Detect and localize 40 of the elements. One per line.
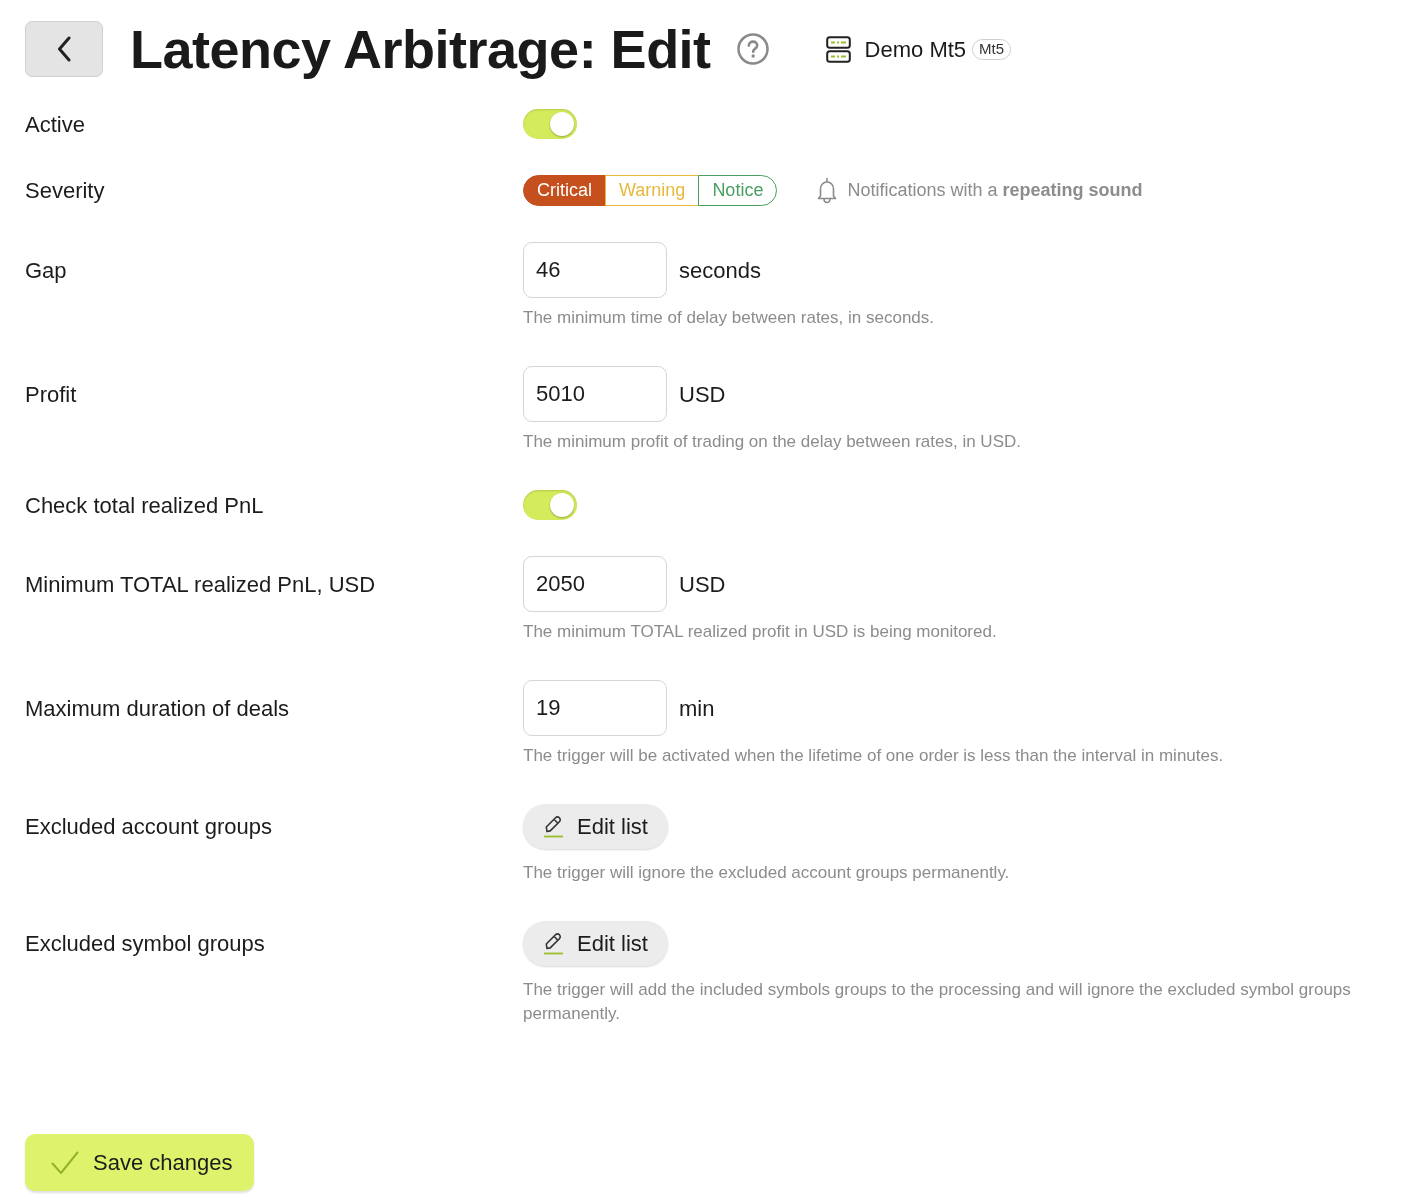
field-hint: The trigger will ignore the excluded account groups permanently.	[523, 862, 1011, 884]
server-icon	[825, 35, 851, 63]
field-hint: The minimum time of delay between rates, in seconds.	[523, 307, 936, 329]
account-name: Demo Mt5	[864, 35, 967, 64]
field-label: Maximum duration of deals	[25, 694, 290, 723]
field-label: Active	[25, 110, 85, 139]
field-label: Check total realized PnL	[25, 491, 264, 520]
field-label: Profit	[25, 380, 77, 409]
pencil-icon	[543, 932, 564, 955]
number-input[interactable]: 19	[523, 680, 667, 736]
number-input[interactable]: 5010	[523, 366, 667, 422]
severity-tab[interactable]: Critical	[523, 175, 606, 206]
bell-icon	[817, 177, 838, 204]
back-button[interactable]	[25, 21, 103, 77]
help-icon[interactable]	[736, 33, 769, 65]
toggle-switch[interactable]	[523, 490, 577, 520]
toggle-switch[interactable]	[523, 109, 577, 139]
field-label: Severity	[25, 177, 105, 205]
field-hint: The minimum profit of trading on the delay between rates, in USD.	[523, 431, 1022, 453]
page-title: Latency Arbitrage: Edit	[130, 18, 711, 80]
edit-list-button[interactable]: Edit list	[523, 921, 668, 966]
save-button[interactable]: Save changes	[25, 1134, 254, 1191]
pencil-icon	[543, 815, 564, 838]
check-icon	[51, 1150, 79, 1175]
field-label: Minimum TOTAL realized PnL, USD	[25, 570, 376, 599]
unit-label: seconds	[679, 256, 761, 285]
chevron-left-icon	[57, 36, 71, 62]
number-input[interactable]: 2050	[523, 556, 667, 612]
field-hint: The minimum TOTAL realized profit in USD is being monitored.	[523, 621, 998, 643]
field-hint: The trigger will be activated when the lifetime of one order is less than the interval in minutes.	[523, 745, 1225, 767]
field-hint: The trigger will add the included symbols groups to the processing and will ignore the excluded symbol groups permanently.	[523, 979, 1352, 1025]
field-label: Excluded symbol groups	[25, 930, 265, 958]
unit-label: min	[679, 694, 715, 723]
field-label: Excluded account groups	[25, 813, 273, 841]
unit-label: USD	[679, 380, 726, 409]
number-input[interactable]: 46	[523, 242, 667, 298]
notification-note: Notifications with a repeating sound	[847, 179, 1143, 202]
unit-label: USD	[679, 570, 726, 599]
field-label: Gap	[25, 256, 67, 285]
edit-list-button[interactable]: Edit list	[523, 804, 668, 849]
